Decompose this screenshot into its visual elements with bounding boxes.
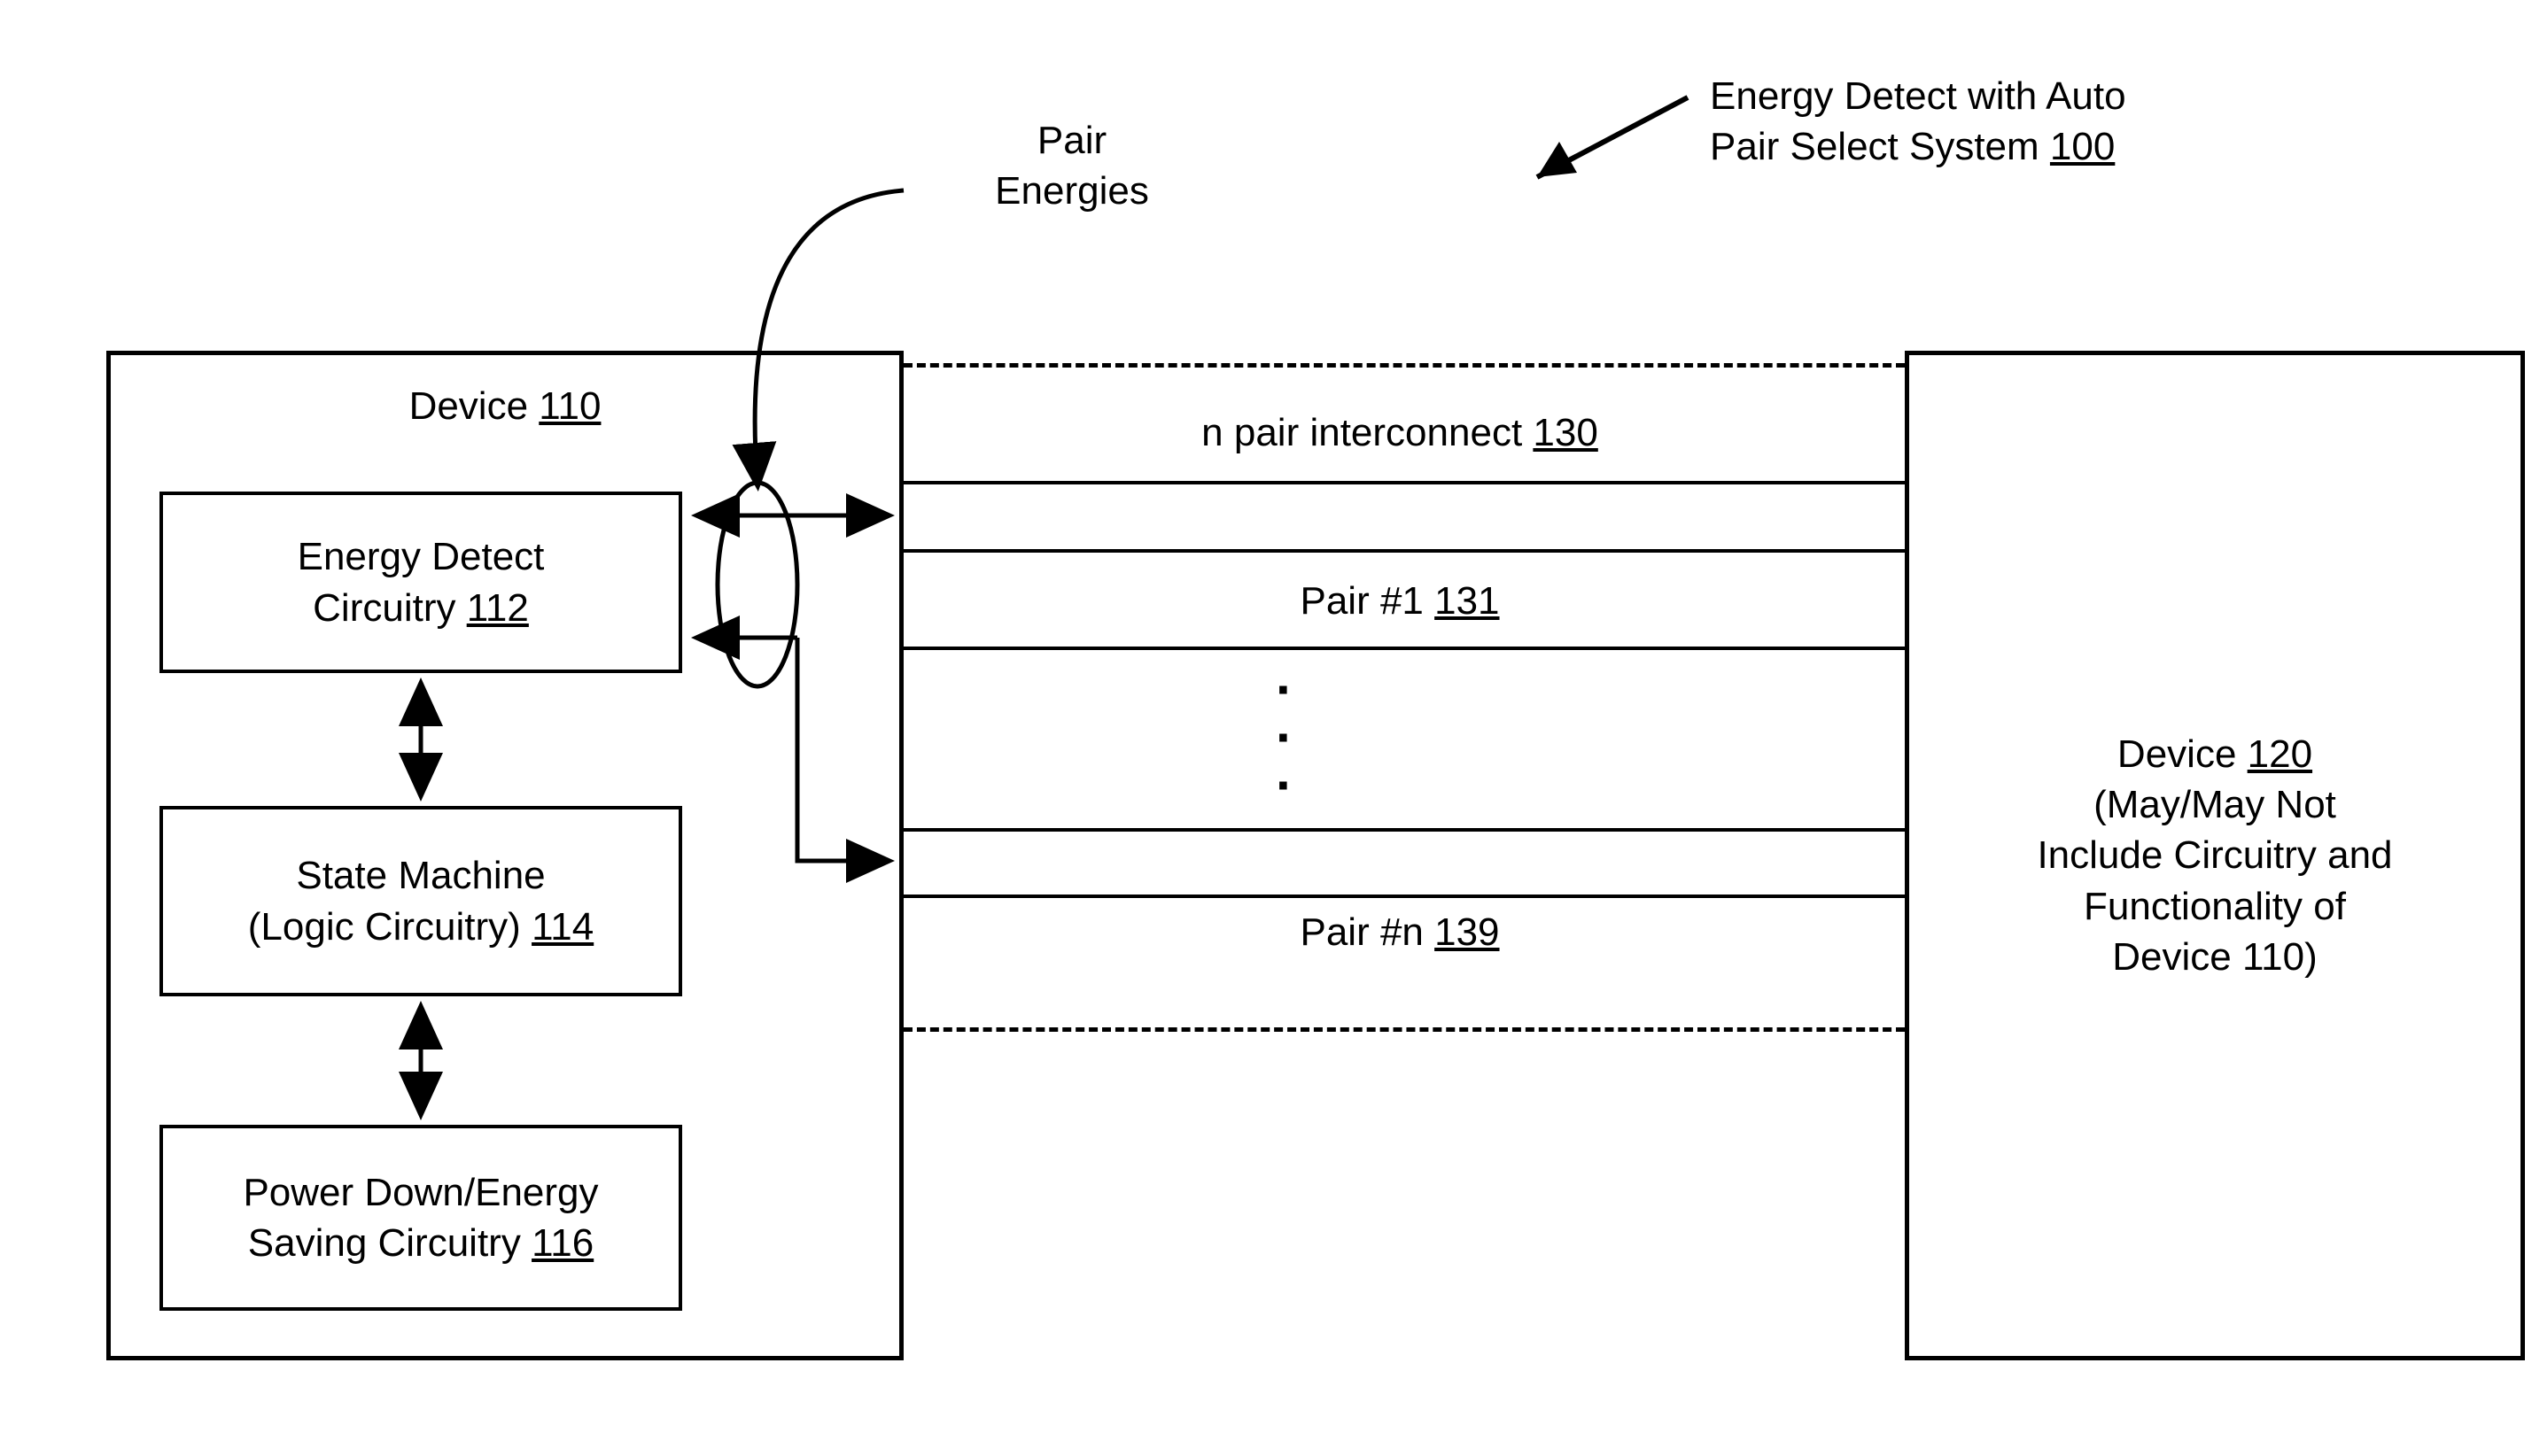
power-down-box: Power Down/Energy Saving Circuitry 116 [159, 1125, 682, 1311]
system-title-num: 100 [2050, 125, 2115, 168]
energy-detect-line1: Energy Detect [298, 535, 545, 578]
power-down-line1: Power Down/Energy [243, 1171, 598, 1214]
power-down-num: 116 [532, 1221, 594, 1265]
interconnect-num: 130 [1533, 411, 1597, 454]
state-machine-num: 114 [532, 905, 594, 949]
pair-energies-line2: Energies [995, 169, 1149, 213]
device-120-line3: Include Circuitry and [2037, 833, 2392, 877]
interconnect-label: n pair interconnect 130 [1045, 407, 1754, 458]
device-120-box: Device 120 (May/May Not Include Circuitr… [1905, 351, 2525, 1360]
device-110-title: Device 110 [310, 381, 700, 431]
energy-detect-line2a: Circuitry [313, 586, 467, 630]
pair-line-5 [904, 895, 1905, 898]
system-title-label: Energy Detect with Auto Pair Select Syst… [1710, 71, 2241, 172]
pair1-label: Pair #1 131 [1196, 576, 1604, 626]
pair-energies-line1: Pair [1037, 119, 1107, 162]
device-110-title-num: 110 [539, 384, 601, 428]
state-machine-box: State Machine (Logic Circuitry) 114 [159, 806, 682, 996]
system-title-line1: Energy Detect with Auto [1710, 74, 2126, 118]
pair-line-1 [904, 481, 1905, 484]
device-110-title-prefix: Device [409, 384, 540, 428]
dashed-line-top [904, 363, 1905, 368]
dashed-line-bottom [904, 1027, 1905, 1032]
device-120-prefix: Device [2117, 732, 2248, 776]
system-title-line2a: Pair Select System [1710, 125, 2050, 168]
device-120-num: 120 [2248, 732, 2312, 776]
vertical-dots: ··· [1276, 666, 1293, 809]
pair-line-2 [904, 549, 1905, 553]
power-down-line2a: Saving Circuitry [248, 1221, 532, 1265]
pair-line-4 [904, 828, 1905, 832]
energy-detect-num: 112 [467, 586, 529, 630]
energy-detect-box: Energy Detect Circuitry 112 [159, 492, 682, 673]
pair1-num: 131 [1434, 579, 1499, 623]
pair1-prefix: Pair #1 [1300, 579, 1434, 623]
pair-line-3 [904, 647, 1905, 650]
device-120-line5: Device 110) [2112, 935, 2318, 979]
state-machine-line1: State Machine [296, 854, 545, 897]
state-machine-line2a: (Logic Circuitry) [248, 905, 532, 949]
device-120-line4: Functionality of [2084, 885, 2346, 928]
pairn-prefix: Pair #n [1300, 910, 1434, 954]
pairn-label: Pair #n 139 [1196, 907, 1604, 957]
pairn-num: 139 [1434, 910, 1499, 954]
device-120-line2: (May/May Not [2093, 783, 2336, 826]
interconnect-prefix: n pair interconnect [1201, 411, 1533, 454]
pair-energies-label: Pair Energies [939, 115, 1205, 216]
